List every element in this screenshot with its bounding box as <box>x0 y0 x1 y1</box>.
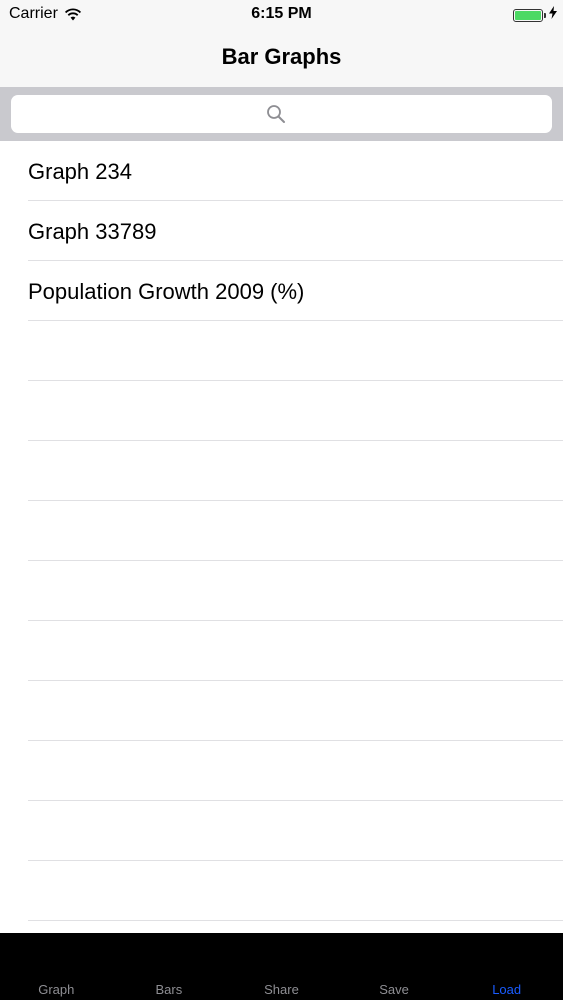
list-item <box>0 441 563 501</box>
list-item <box>0 801 563 861</box>
tab-bar: Graph Bars Share Save Load <box>0 933 563 1000</box>
tab-label: Graph <box>38 982 75 997</box>
tab-label: Save <box>379 982 409 997</box>
list-item[interactable]: Graph 33789 <box>0 201 563 261</box>
search-input[interactable] <box>11 95 552 133</box>
tab-label: Share <box>264 982 299 997</box>
list-item <box>0 561 563 621</box>
list-item[interactable]: Graph 234 <box>0 141 563 201</box>
list-item[interactable]: Population Growth 2009 (%) <box>0 261 563 321</box>
navigation-bar: Bar Graphs <box>0 28 563 87</box>
tab-load[interactable]: Load <box>450 933 563 1000</box>
list-item-label: Graph 33789 <box>28 219 157 244</box>
list-item <box>0 381 563 441</box>
battery-tip <box>544 12 546 18</box>
tab-label: Load <box>492 982 522 997</box>
tab-graph[interactable]: Graph <box>0 933 113 1000</box>
battery-icon <box>513 8 543 22</box>
charging-bolt-icon <box>549 6 557 24</box>
status-bar: Carrier 6:15 PM <box>0 0 563 28</box>
list-item <box>0 861 563 921</box>
list-item-label: Graph 234 <box>28 159 132 184</box>
list-item-label: Population Growth 2009 (%) <box>28 279 305 304</box>
saved-graphs-list: Graph 234 Graph 33789 Population Growth 20… <box>0 141 563 933</box>
tab-save[interactable]: Save <box>338 933 451 1000</box>
tab-bars[interactable]: Bars <box>113 933 226 1000</box>
list-item <box>0 621 563 681</box>
battery-fill <box>515 10 541 20</box>
list-item <box>0 741 563 801</box>
tab-label: Bars <box>155 982 183 997</box>
list-item <box>0 321 563 381</box>
status-time: 6:15 PM <box>251 5 312 22</box>
list-item <box>0 681 563 741</box>
app-screen: Carrier 6:15 PM Bar Graphs Graph 234 Gra… <box>0 0 563 1000</box>
battery-group <box>513 6 557 24</box>
search-bar <box>0 87 563 141</box>
list-item <box>0 501 563 561</box>
tab-share[interactable]: Share <box>225 933 338 1000</box>
page-title: Bar Graphs <box>221 44 342 69</box>
